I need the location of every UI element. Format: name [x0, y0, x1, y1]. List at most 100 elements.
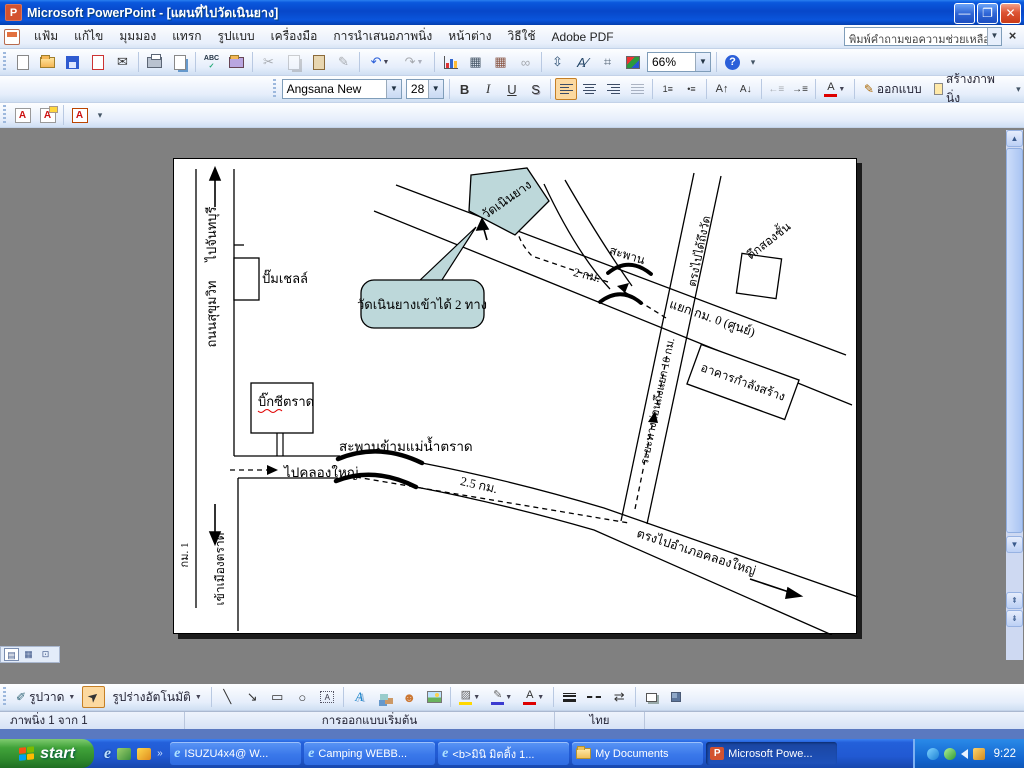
label-to-trat-town[interactable]: เข้าเมืองตราด: [213, 533, 227, 606]
convert-to-pdf-email-button[interactable]: A: [36, 104, 59, 126]
rectangle-button[interactable]: ▭: [266, 686, 289, 708]
menu-window[interactable]: หน้าต่าง: [440, 24, 499, 49]
label-bigc[interactable]: บิ๊กซีตราด: [258, 392, 314, 409]
language-indicator[interactable]: ไทย: [555, 712, 645, 729]
help-button[interactable]: ?: [721, 51, 744, 73]
chevron-down-icon[interactable]: ▼: [987, 28, 1001, 45]
previous-slide-icon[interactable]: ⇞: [1006, 592, 1023, 609]
bold-button[interactable]: B: [454, 78, 476, 100]
chevron-down-icon[interactable]: ▼: [428, 80, 443, 98]
taskbar-button-powerpoint[interactable]: P Microsoft Powe...: [706, 742, 837, 765]
menu-file[interactable]: แฟ้ม: [26, 24, 66, 49]
minimize-button[interactable]: —: [954, 3, 975, 24]
chevron-down-icon[interactable]: ▼: [695, 53, 710, 71]
insert-table-button[interactable]: ▦: [464, 51, 487, 73]
label-to-chanthaburi[interactable]: ไปจันทบุรี: [204, 206, 220, 262]
research-button[interactable]: [225, 51, 248, 73]
clipart-button[interactable]: ☻: [398, 686, 421, 708]
insert-picture-button[interactable]: [423, 686, 446, 708]
zoom-combo[interactable]: 66% ▼: [647, 52, 711, 72]
label-straight-khlongyai[interactable]: ตรงไปอำเภอคลองใหญ่: [635, 526, 758, 578]
label-trat-bridge[interactable]: สะพานข้ามแม่น้ำตราด: [339, 436, 473, 454]
font-color-button[interactable]: A ▼: [820, 78, 850, 100]
diagram-button[interactable]: [373, 686, 396, 708]
permission-button[interactable]: [86, 51, 109, 73]
label-km1[interactable]: กม. 1: [179, 543, 191, 568]
save-button[interactable]: [61, 51, 84, 73]
convert-to-pdf-review-button[interactable]: A: [68, 104, 91, 126]
volume-icon[interactable]: [961, 749, 968, 759]
label-to-khlongyai[interactable]: ไปคลองใหญ่: [283, 464, 358, 480]
scroll-down-icon[interactable]: ▼: [1006, 536, 1023, 553]
shell-station-shape[interactable]: [234, 258, 259, 300]
tables-borders-button[interactable]: ▦: [489, 51, 512, 73]
underline-button[interactable]: U: [501, 78, 523, 100]
insert-chart-button[interactable]: [439, 51, 462, 73]
new-button[interactable]: [11, 51, 34, 73]
toolbar-options-icon[interactable]: ▾: [94, 110, 106, 121]
scroll-up-icon[interactable]: ▲: [1006, 130, 1023, 147]
label-2km[interactable]: 2 กม.: [572, 265, 602, 285]
close-window-icon[interactable]: ×: [1005, 29, 1020, 44]
internet-explorer-icon[interactable]: e: [104, 745, 111, 763]
arrow-button[interactable]: ↘: [241, 686, 264, 708]
font-size-combo[interactable]: 28 ▼: [406, 79, 444, 99]
two-storey-building-shape[interactable]: [736, 253, 781, 298]
tray-icon[interactable]: [973, 748, 985, 760]
select-objects-button[interactable]: ➤: [82, 686, 105, 708]
ask-question-input[interactable]: พิมพ์คำถามขอความช่วยเหลือ ▼: [844, 27, 1002, 46]
document-icon[interactable]: [4, 29, 20, 45]
toolbar-grip[interactable]: [273, 79, 276, 99]
distribute-button[interactable]: [626, 78, 648, 100]
callout-tail[interactable]: [417, 227, 476, 283]
wordart-button[interactable]: A: [348, 686, 371, 708]
label-2-5km[interactable]: 2.5 กม.: [459, 474, 499, 496]
menu-view[interactable]: มุมมอง: [111, 24, 164, 49]
menu-help[interactable]: วิธีใช้: [499, 24, 543, 49]
align-right-button[interactable]: [603, 78, 625, 100]
vertical-scrollbar[interactable]: ▲ ▼ ⇞ ⇟: [1006, 130, 1023, 660]
toolbar-grip[interactable]: [3, 687, 6, 707]
cut-button[interactable]: ✂: [257, 51, 280, 73]
autoshapes-button[interactable]: รูปร่างอัตโนมัติ ▼: [106, 685, 207, 710]
line-color-button[interactable]: ✎▼: [487, 686, 517, 708]
taskbar-button-isuzu[interactable]: e ISUZU4x4@ W...: [170, 742, 301, 765]
road-cross-left-edge[interactable]: [621, 173, 694, 521]
toolbar-grip[interactable]: [3, 52, 6, 72]
taskbar-button-mini-meeting[interactable]: e <b>มินิ มิตติ้ง 1...: [438, 742, 569, 765]
decrease-indent-button[interactable]: ←≡: [766, 78, 788, 100]
start-button[interactable]: start: [0, 739, 94, 768]
numbering-button[interactable]: 1≡: [657, 78, 679, 100]
font-name-combo[interactable]: Angsana New ▼: [282, 79, 402, 99]
menu-insert[interactable]: แทรก: [164, 24, 209, 49]
label-callout[interactable]: วัดเนินยางเข้าได้ 2 ทาง: [357, 297, 487, 312]
email-button[interactable]: ✉: [111, 51, 134, 73]
arrow-khlongyai[interactable]: [750, 579, 792, 593]
copy-button[interactable]: [282, 51, 305, 73]
menu-format[interactable]: รูปแบบ: [210, 24, 263, 49]
line-button[interactable]: ╲: [216, 686, 239, 708]
font-color-button[interactable]: A▼: [519, 686, 549, 708]
print-button[interactable]: [143, 51, 166, 73]
italic-button[interactable]: I: [477, 78, 499, 100]
undo-button[interactable]: ↶▼: [364, 51, 396, 73]
label-shell[interactable]: ปั๊มเชลล์: [262, 269, 308, 286]
menu-edit[interactable]: แก้ไข: [66, 24, 111, 49]
slideshow-view-button[interactable]: ⊡: [38, 648, 53, 661]
draw-menu-button[interactable]: ✐ รูปวาด ▼: [10, 685, 81, 710]
menu-adobe-pdf[interactable]: Adobe PDF: [544, 27, 622, 47]
dash-style-button[interactable]: [583, 686, 606, 708]
text-shadow-button[interactable]: S: [525, 78, 547, 100]
print-preview-button[interactable]: [168, 51, 191, 73]
expand-all-button[interactable]: ⇳: [546, 51, 569, 73]
label-dist-to-junction[interactable]: ระยะทางก่อนถึงแยก 10 กม.: [639, 337, 678, 466]
menu-slideshow[interactable]: การนำเสนอภาพนิ่ง: [325, 24, 440, 49]
label-two-storey[interactable]: ตึกสองชั้น: [743, 218, 794, 262]
increase-font-button[interactable]: A↑: [711, 78, 733, 100]
quick-launch-icon[interactable]: [137, 748, 151, 760]
taskbar-button-my-documents[interactable]: My Documents: [572, 742, 703, 765]
open-button[interactable]: [36, 51, 59, 73]
design-button[interactable]: ✎ ออกแบบ: [858, 77, 928, 102]
quick-launch-icon[interactable]: [117, 748, 131, 760]
hyperlink-button[interactable]: ∞: [514, 51, 537, 73]
